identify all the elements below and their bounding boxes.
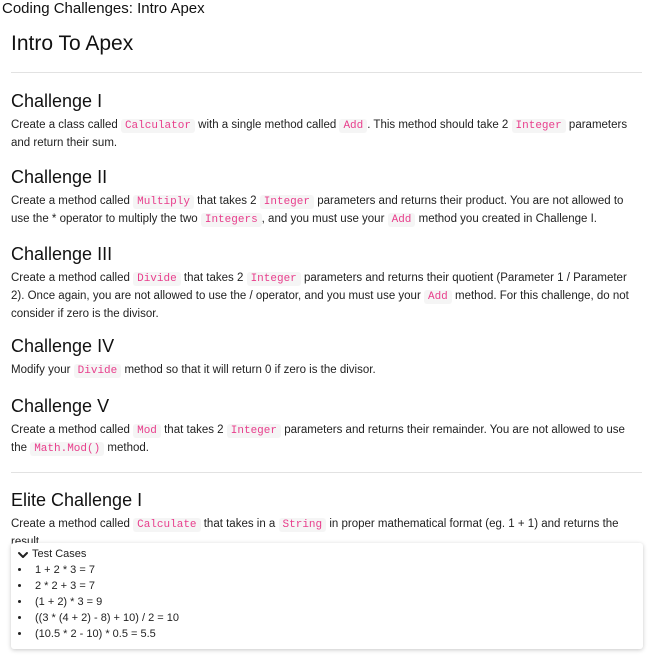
inline-code: Divide — [133, 272, 181, 286]
test-case-item: 2 * 2 + 3 = 7 — [31, 578, 637, 594]
inline-code: Divide — [73, 364, 122, 378]
inline-code: Multiply — [133, 195, 194, 209]
challenge-3-description: Create a method called Divide that takes… — [11, 272, 629, 320]
inline-code: Add — [339, 119, 368, 133]
challenge-5-title: Challenge V — [11, 396, 110, 416]
challenge-1: Challenge I Create a class called Calcul… — [11, 90, 643, 152]
challenge-3-title: Challenge III — [11, 244, 113, 264]
challenge-4-description: Modify your Divide method so that it wil… — [11, 364, 376, 378]
inline-code: Integer — [511, 119, 566, 133]
elite-divider — [11, 472, 642, 473]
inline-code: Integer — [259, 195, 314, 209]
elite-challenge: Elite Challenge I Create a method called… — [11, 489, 643, 551]
test-cases-list: 1 + 2 * 3 = 7 2 * 2 + 3 = 7 (1 + 2) * 3 … — [17, 562, 637, 642]
inline-code: String — [278, 518, 327, 532]
challenge-4: Challenge IV Modify your Divide method s… — [11, 335, 643, 380]
test-case-item: (10.5 * 2 - 10) * 0.5 = 5.5 — [31, 626, 637, 642]
inline-code: Math.Mod() — [30, 442, 105, 456]
test-cases-toggle[interactable]: Test Cases — [17, 547, 637, 562]
challenge-1-description: Create a class called Calculator with a … — [11, 119, 628, 149]
elite-challenge-title: Elite Challenge I — [11, 490, 143, 510]
challenge-5-description: Create a method called Mod that takes 2 … — [11, 424, 625, 456]
test-case-item: 1 + 2 * 3 = 7 — [31, 562, 637, 578]
inline-code: Integers — [200, 213, 262, 227]
page-title: Intro To Apex — [11, 32, 134, 55]
window-title: Coding Challenges: Intro Apex — [2, 0, 205, 17]
challenge-2-title: Challenge II — [11, 167, 108, 187]
test-cases-panel: Test Cases 1 + 2 * 3 = 7 2 * 2 + 3 = 7 (… — [11, 543, 643, 649]
challenge-3: Challenge III Create a method called Div… — [11, 243, 643, 323]
inline-code: Integer — [246, 272, 301, 286]
inline-code: Add — [423, 290, 452, 304]
inline-code: Mod — [133, 424, 161, 438]
inline-code: Calculator — [120, 119, 195, 133]
challenge-1-title: Challenge I — [11, 91, 103, 111]
inline-code: Calculate — [133, 518, 201, 532]
title-divider — [11, 72, 642, 73]
test-case-item: ((3 * (4 + 2) - 8) + 10) / 2 = 10 — [31, 610, 637, 626]
challenge-2-description: Create a method called Multiply that tak… — [11, 195, 624, 227]
inline-code: Add — [387, 213, 416, 227]
test-cases-label: Test Cases — [32, 548, 87, 560]
challenge-5: Challenge V Create a method called Mod t… — [11, 395, 643, 458]
test-case-item: (1 + 2) * 3 = 9 — [31, 594, 637, 610]
challenge-2: Challenge II Create a method called Mult… — [11, 166, 643, 229]
challenge-4-title: Challenge IV — [11, 336, 115, 356]
inline-code: Integer — [226, 424, 281, 438]
chevron-down-icon — [18, 551, 28, 558]
